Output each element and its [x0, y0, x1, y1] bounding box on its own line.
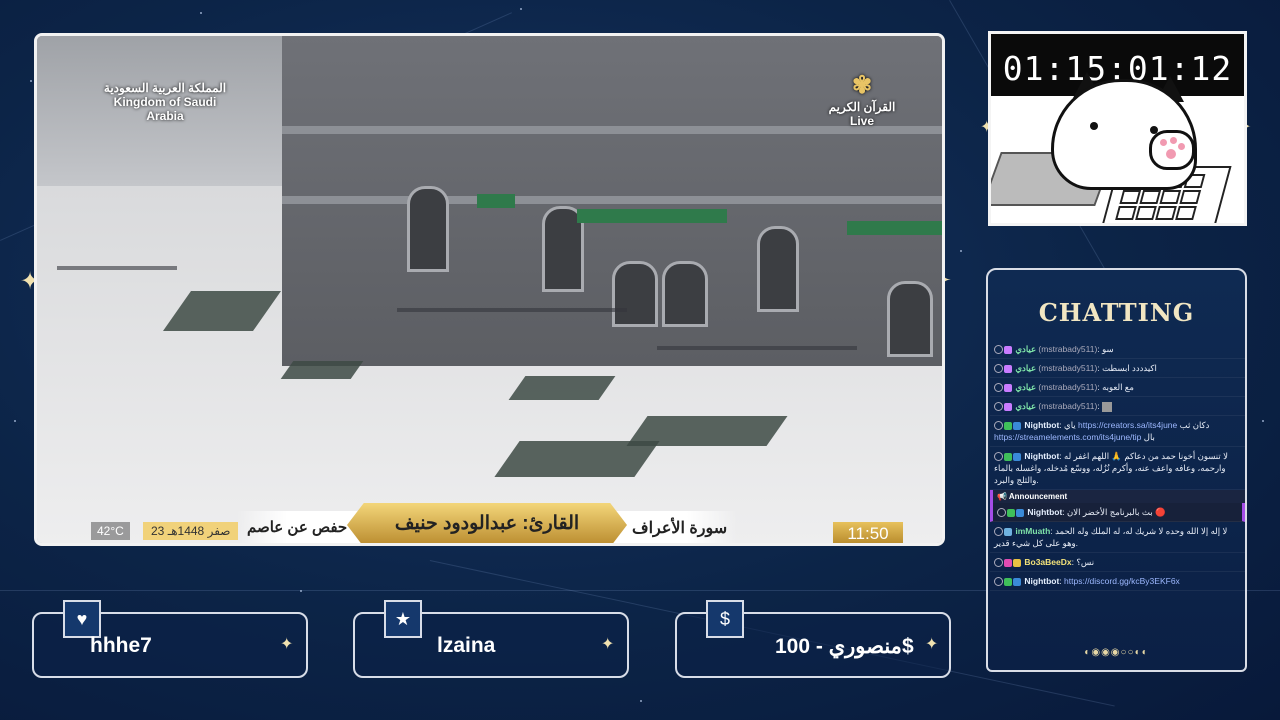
chat-nick[interactable]: Nightbot: [1024, 576, 1059, 586]
chat-nick[interactable]: عيادي: [1015, 382, 1036, 392]
chat-nick[interactable]: Nightbot: [1024, 420, 1059, 430]
chat-nick[interactable]: عيادي: [1015, 401, 1036, 411]
badge-icon: [1004, 527, 1012, 536]
surah-name: سورة الأعراف: [632, 520, 728, 537]
chat-message[interactable]: عيادي (mstrabady511): سو: [990, 340, 1245, 359]
moderation-icon[interactable]: [994, 527, 1003, 537]
quran-channel-ar: القرآن الكريم: [828, 100, 896, 114]
chat-message[interactable]: عيادي (mstrabady511): اكيدددد ابسطت: [990, 359, 1245, 378]
channel-logo-ar: المملكة العربية السعودية: [103, 81, 227, 95]
chat-link[interactable]: https://discord.gg/kcBy3EKF6x: [1064, 576, 1180, 586]
subscriber-panel: ★ lzaina ✦: [353, 600, 629, 678]
sparkle-icon: ✦: [601, 636, 615, 653]
latest-follower: hhhe7: [90, 634, 152, 657]
moderation-icon[interactable]: [994, 364, 1003, 374]
chat-message[interactable]: عيادي (mstrabady511):: [990, 397, 1245, 416]
chat-nick[interactable]: imMuath: [1015, 526, 1050, 536]
channel-logo: المملكة العربية السعودية Kingdom of Saud…: [95, 81, 235, 123]
moderation-icon[interactable]: [994, 345, 1003, 355]
sparkle-icon: ✦: [925, 636, 939, 653]
chat-message[interactable]: imMuath: لا إله إلا الله وحده لا شريك له…: [990, 522, 1245, 553]
chat-nick[interactable]: عيادي: [1015, 344, 1036, 354]
moderation-icon[interactable]: [994, 421, 1003, 431]
live-label: Live: [849, 114, 874, 128]
chat-text: دكان ثب: [1179, 420, 1210, 430]
badge-icon: [1013, 577, 1021, 586]
reciter-plate: القارئ: عبدالودود حنيف: [347, 503, 627, 543]
badge-icon: [1004, 558, 1012, 567]
badge-icon: [1004, 577, 1012, 586]
announcement-label: Announcement: [1008, 492, 1068, 501]
video-player[interactable]: المملكة العربية السعودية Kingdom of Saud…: [34, 33, 945, 546]
timer-widget: 01:15:01:12: [988, 31, 1247, 226]
moderation-icon[interactable]: [997, 508, 1006, 518]
chat-message[interactable]: Nightbot: ياي https://creators.sa/its4ju…: [990, 416, 1245, 447]
chat-nick[interactable]: عيادي: [1015, 363, 1036, 373]
chat-list[interactable]: عيادي (mstrabady511): سو عيادي (mstrabad…: [990, 340, 1245, 640]
heart-icon: ♥: [63, 600, 101, 638]
badge-icon: [1004, 345, 1012, 354]
reciter-name: القارئ: عبدالودود حنيف: [394, 513, 580, 534]
badge-icon: [1004, 452, 1012, 461]
chat-user: (mstrabady511): [1038, 344, 1098, 354]
chat-nick[interactable]: Nightbot: [1024, 451, 1059, 461]
chat-message[interactable]: Nightbot: بث بالبرنامج الأخضر الان 🔴: [990, 503, 1245, 522]
emote-icon: [1102, 401, 1113, 412]
chat-text: بث بالبرنامج الأخضر الان 🔴: [1067, 507, 1166, 517]
star-icon: ★: [384, 600, 422, 638]
chat-user: (mstrabady511): [1038, 363, 1098, 373]
dollar-icon: $: [706, 600, 744, 638]
chat-panel[interactable]: CHATTING عيادي (mstrabady511): سو عيادي …: [986, 268, 1247, 672]
chat-user: (mstrabady511): [1038, 382, 1098, 392]
channel-logo-en: Kingdom of Saudi Arabia: [113, 95, 217, 123]
moderation-icon[interactable]: [994, 402, 1003, 412]
badge-icon: [1013, 421, 1021, 430]
clock-badge: 11:50: [833, 522, 903, 543]
chat-link[interactable]: https://creators.sa/its4june: [1078, 420, 1177, 430]
latest-donation: منصوري - 100$: [775, 635, 914, 658]
chat-message[interactable]: Bo3aBeeDx: نس؟: [990, 553, 1245, 572]
chat-text: اكيدددد ابسطت: [1102, 363, 1157, 373]
badge-icon: [1013, 452, 1021, 461]
chat-text: ياي: [1064, 420, 1076, 430]
moderation-icon[interactable]: [994, 558, 1003, 568]
badge-icon: [1004, 402, 1012, 411]
temperature: 42°C: [91, 522, 130, 540]
megaphone-icon: 📢: [997, 492, 1009, 501]
chat-text: نس؟: [1076, 557, 1095, 567]
latest-subscriber: lzaina: [437, 634, 496, 657]
chat-message[interactable]: Nightbot: https://discord.gg/kcBy3EKF6x: [990, 572, 1245, 591]
chat-link[interactable]: https://streamelements.com/its4june/tip: [994, 432, 1141, 442]
donation-panel: $ منصوري - 100$ ✦: [675, 600, 951, 678]
badge-icon: [1004, 421, 1012, 430]
chat-message[interactable]: Nightbot: لا تنسون أخونا حمد من دعاكم 🙏 …: [990, 447, 1245, 490]
announcement-header: 📢 Announcement: [990, 490, 1245, 503]
chat-message[interactable]: عيادي (mstrabady511): مع العوبه: [990, 378, 1245, 397]
hijri-date: 23 صفر 1448هـ: [143, 522, 239, 540]
badge-icon: [1004, 364, 1012, 373]
cat-paw-icon: [1149, 130, 1195, 170]
emblem-icon: ✾: [851, 72, 873, 99]
chat-title: CHATTING: [1038, 298, 1195, 327]
chat-text: سو: [1102, 344, 1114, 354]
quran-channel-logo: ✾ القرآن الكريم Live: [817, 71, 907, 128]
moderation-icon[interactable]: [994, 577, 1003, 587]
badge-icon: [1004, 383, 1012, 392]
chat-nick[interactable]: Bo3aBeeDx: [1024, 557, 1071, 567]
chat-text: مع العوبه: [1102, 382, 1134, 392]
badge-icon: [1016, 508, 1024, 517]
badge-icon: [1013, 558, 1021, 567]
badge-icon: [1007, 508, 1015, 517]
chat-nick[interactable]: Nightbot: [1027, 507, 1062, 517]
chat-text: بال: [1143, 432, 1155, 442]
chat-pagination[interactable]: ◐◉◉◉○○◐◐: [988, 647, 1245, 658]
sparkle-icon: ✦: [280, 636, 294, 653]
follower-panel: ♥ hhhe7 ✦: [32, 600, 308, 678]
moderation-icon[interactable]: [994, 452, 1003, 462]
moderation-icon[interactable]: [994, 383, 1003, 393]
chat-user: (mstrabady511): [1038, 401, 1098, 411]
